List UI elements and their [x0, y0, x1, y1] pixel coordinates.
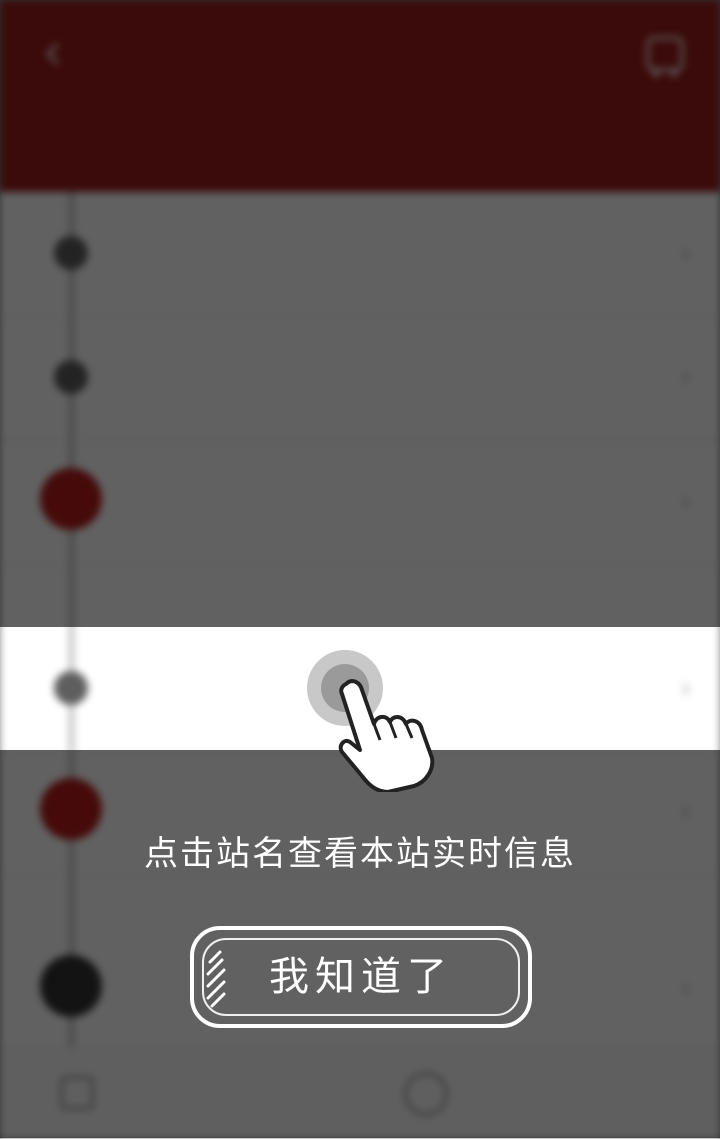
got-it-label: 我知道了: [269, 954, 453, 1000]
tap-hand-icon: [338, 679, 435, 792]
guide-hint: 点击站名查看本站实时信息: [144, 834, 576, 874]
stop-dot: [54, 671, 88, 705]
got-it-button[interactable]: 我知道了: [190, 926, 532, 1028]
chevron-right-icon: ›: [680, 671, 692, 706]
overlay-dim-top: [0, 0, 720, 627]
scribble-decoration: [206, 950, 226, 1008]
